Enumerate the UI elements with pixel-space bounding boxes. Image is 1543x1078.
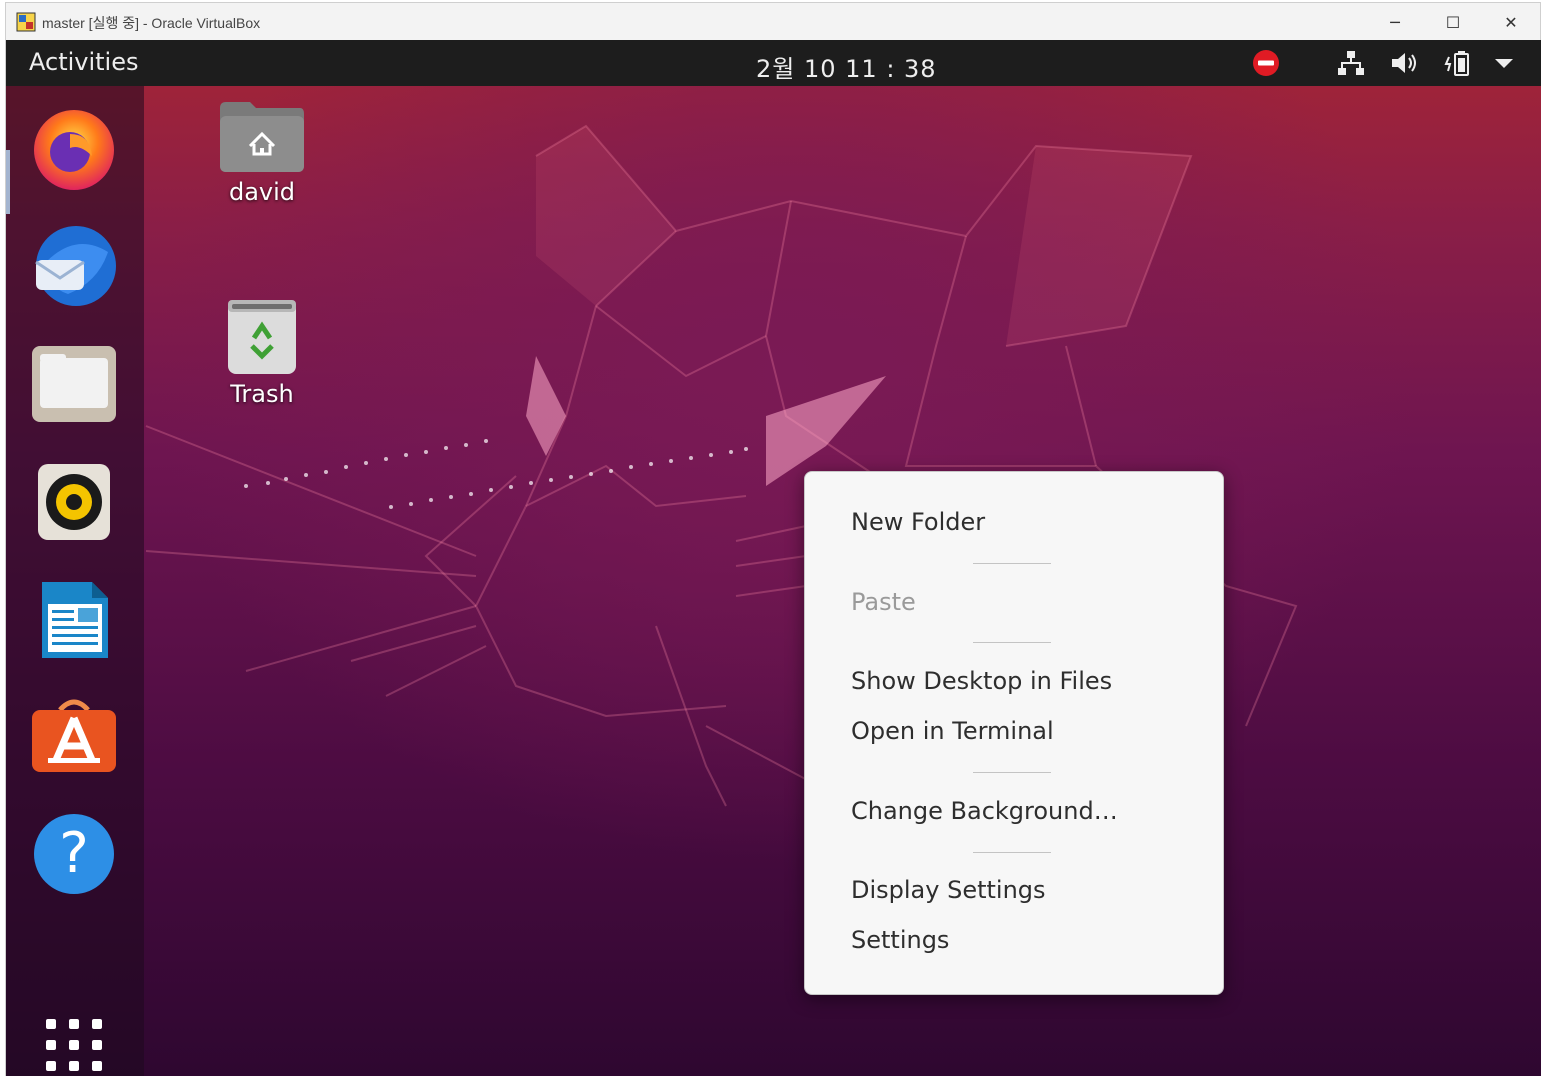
do-not-disturb-icon[interactable]: [1250, 49, 1282, 77]
close-button[interactable]: ✕: [1482, 3, 1540, 41]
volume-icon[interactable]: [1388, 49, 1422, 77]
svg-text:?: ?: [59, 821, 89, 886]
battery-icon[interactable]: [1442, 49, 1476, 77]
thunderbird-icon[interactable]: [28, 220, 120, 312]
libreoffice-writer-icon[interactable]: [28, 574, 120, 666]
rhythmbox-icon[interactable]: [28, 456, 120, 548]
menu-item-show-desktop-in-files[interactable]: Show Desktop in Files: [851, 667, 1112, 695]
gnome-top-bar: Activities 2월 10 11 : 38: [6, 40, 1541, 86]
software-center-icon[interactable]: [28, 690, 120, 782]
menu-separator: [973, 772, 1051, 773]
wallpaper-cat-art: [145, 124, 1298, 887]
virtualbox-app-icon: [16, 12, 36, 32]
desktop-icon-label: david: [228, 178, 296, 206]
desktop-icon-home[interactable]: david: [192, 100, 332, 206]
show-applications-icon[interactable]: [28, 1010, 120, 1076]
desktop-context-menu: New Folder Paste Show Desktop in Files O…: [804, 471, 1224, 995]
network-icon[interactable]: [1334, 49, 1368, 77]
menu-item-open-in-terminal[interactable]: Open in Terminal: [851, 717, 1054, 745]
dock: ?: [6, 86, 144, 1076]
desktop-icon-trash[interactable]: Trash: [192, 296, 332, 408]
minimize-button[interactable]: ─: [1366, 3, 1424, 41]
trash-icon: [228, 300, 296, 374]
guest-screen[interactable]: Activities 2월 10 11 : 38 ? david Trash N…: [6, 40, 1541, 1076]
home-folder-icon: [220, 102, 304, 172]
files-icon[interactable]: [28, 338, 120, 430]
clock[interactable]: 2월 10 11 : 38: [756, 49, 937, 84]
dock-running-indicator: [6, 150, 10, 214]
menu-separator: [973, 642, 1051, 643]
desktop-icon-label: Trash: [230, 380, 294, 408]
menu-item-paste[interactable]: Paste: [851, 588, 916, 616]
menu-separator: [973, 563, 1051, 564]
menu-item-display-settings[interactable]: Display Settings: [851, 876, 1046, 904]
menu-item-settings[interactable]: Settings: [851, 926, 949, 954]
menu-item-new-folder[interactable]: New Folder: [851, 508, 985, 536]
menu-item-change-background[interactable]: Change Background…: [851, 797, 1118, 825]
window-title: master [실행 중] - Oracle VirtualBox: [42, 15, 261, 31]
activities-button[interactable]: Activities: [29, 48, 139, 76]
window-titlebar[interactable]: master [실행 중] - Oracle VirtualBox ─ ☐ ✕: [6, 3, 1540, 41]
system-menu-chevron-icon[interactable]: [1492, 49, 1516, 77]
firefox-icon[interactable]: [28, 102, 120, 194]
help-icon[interactable]: ?: [28, 808, 120, 900]
maximize-button[interactable]: ☐: [1424, 3, 1482, 41]
menu-separator: [973, 852, 1051, 853]
